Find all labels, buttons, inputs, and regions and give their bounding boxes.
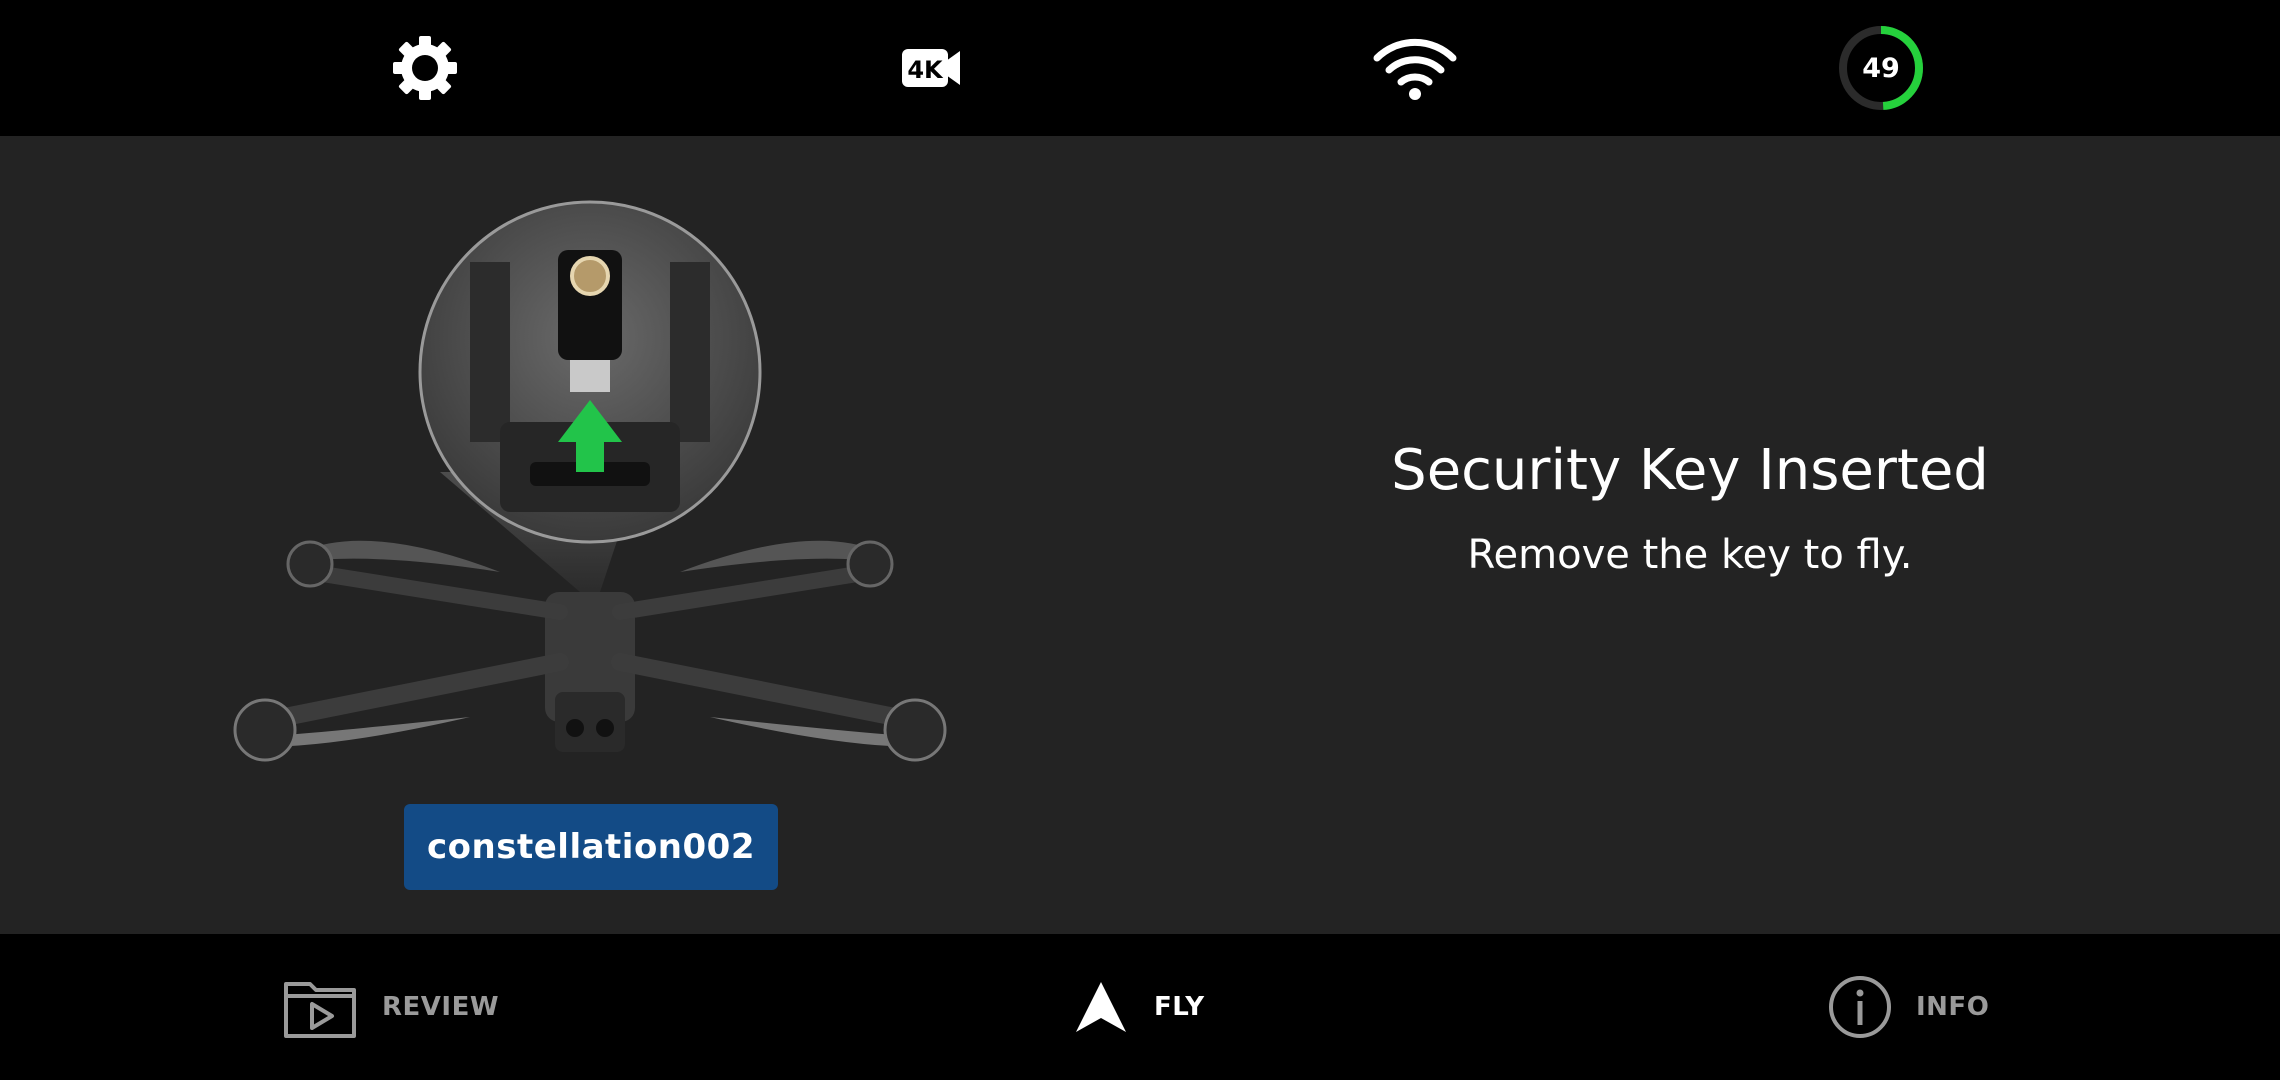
bottom-navigation: REVIEW FLY INFO xyxy=(0,934,2280,1080)
info-icon xyxy=(1829,976,1891,1038)
battery-value: 49 xyxy=(1862,53,1900,84)
gear-icon xyxy=(393,36,457,100)
battery-indicator[interactable]: 49 xyxy=(1836,0,1926,136)
security-key-title: Security Key Inserted xyxy=(1391,438,1989,503)
wifi-status[interactable] xyxy=(1370,0,1460,136)
nav-review-label: REVIEW xyxy=(382,992,500,1022)
device-name-badge[interactable]: constellation002 xyxy=(404,804,778,890)
nav-review[interactable]: REVIEW xyxy=(282,934,499,1080)
drone-illustration xyxy=(233,200,947,762)
nav-fly-label: FLY xyxy=(1154,992,1205,1022)
nav-info-label: INFO xyxy=(1916,992,1990,1022)
settings-button[interactable] xyxy=(380,0,470,136)
main-panel: Security Key Inserted Remove the key to … xyxy=(0,136,2280,934)
battery-ring-icon: 49 xyxy=(1839,26,1923,110)
review-folder-play-icon xyxy=(284,982,356,1038)
nav-fly[interactable]: FLY xyxy=(1072,934,1205,1080)
remove-key-instruction: Remove the key to fly. xyxy=(1467,532,1913,578)
camera-resolution-button[interactable]: 4K xyxy=(880,0,980,136)
camera-4k-label: 4K xyxy=(907,56,944,84)
top-status-bar: 4K 49 xyxy=(0,0,2280,136)
nav-info[interactable]: INFO xyxy=(1828,934,1989,1080)
camera-4k-icon: 4K xyxy=(902,49,960,87)
wifi-icon xyxy=(1373,38,1457,100)
fly-arrow-icon xyxy=(1076,982,1126,1032)
